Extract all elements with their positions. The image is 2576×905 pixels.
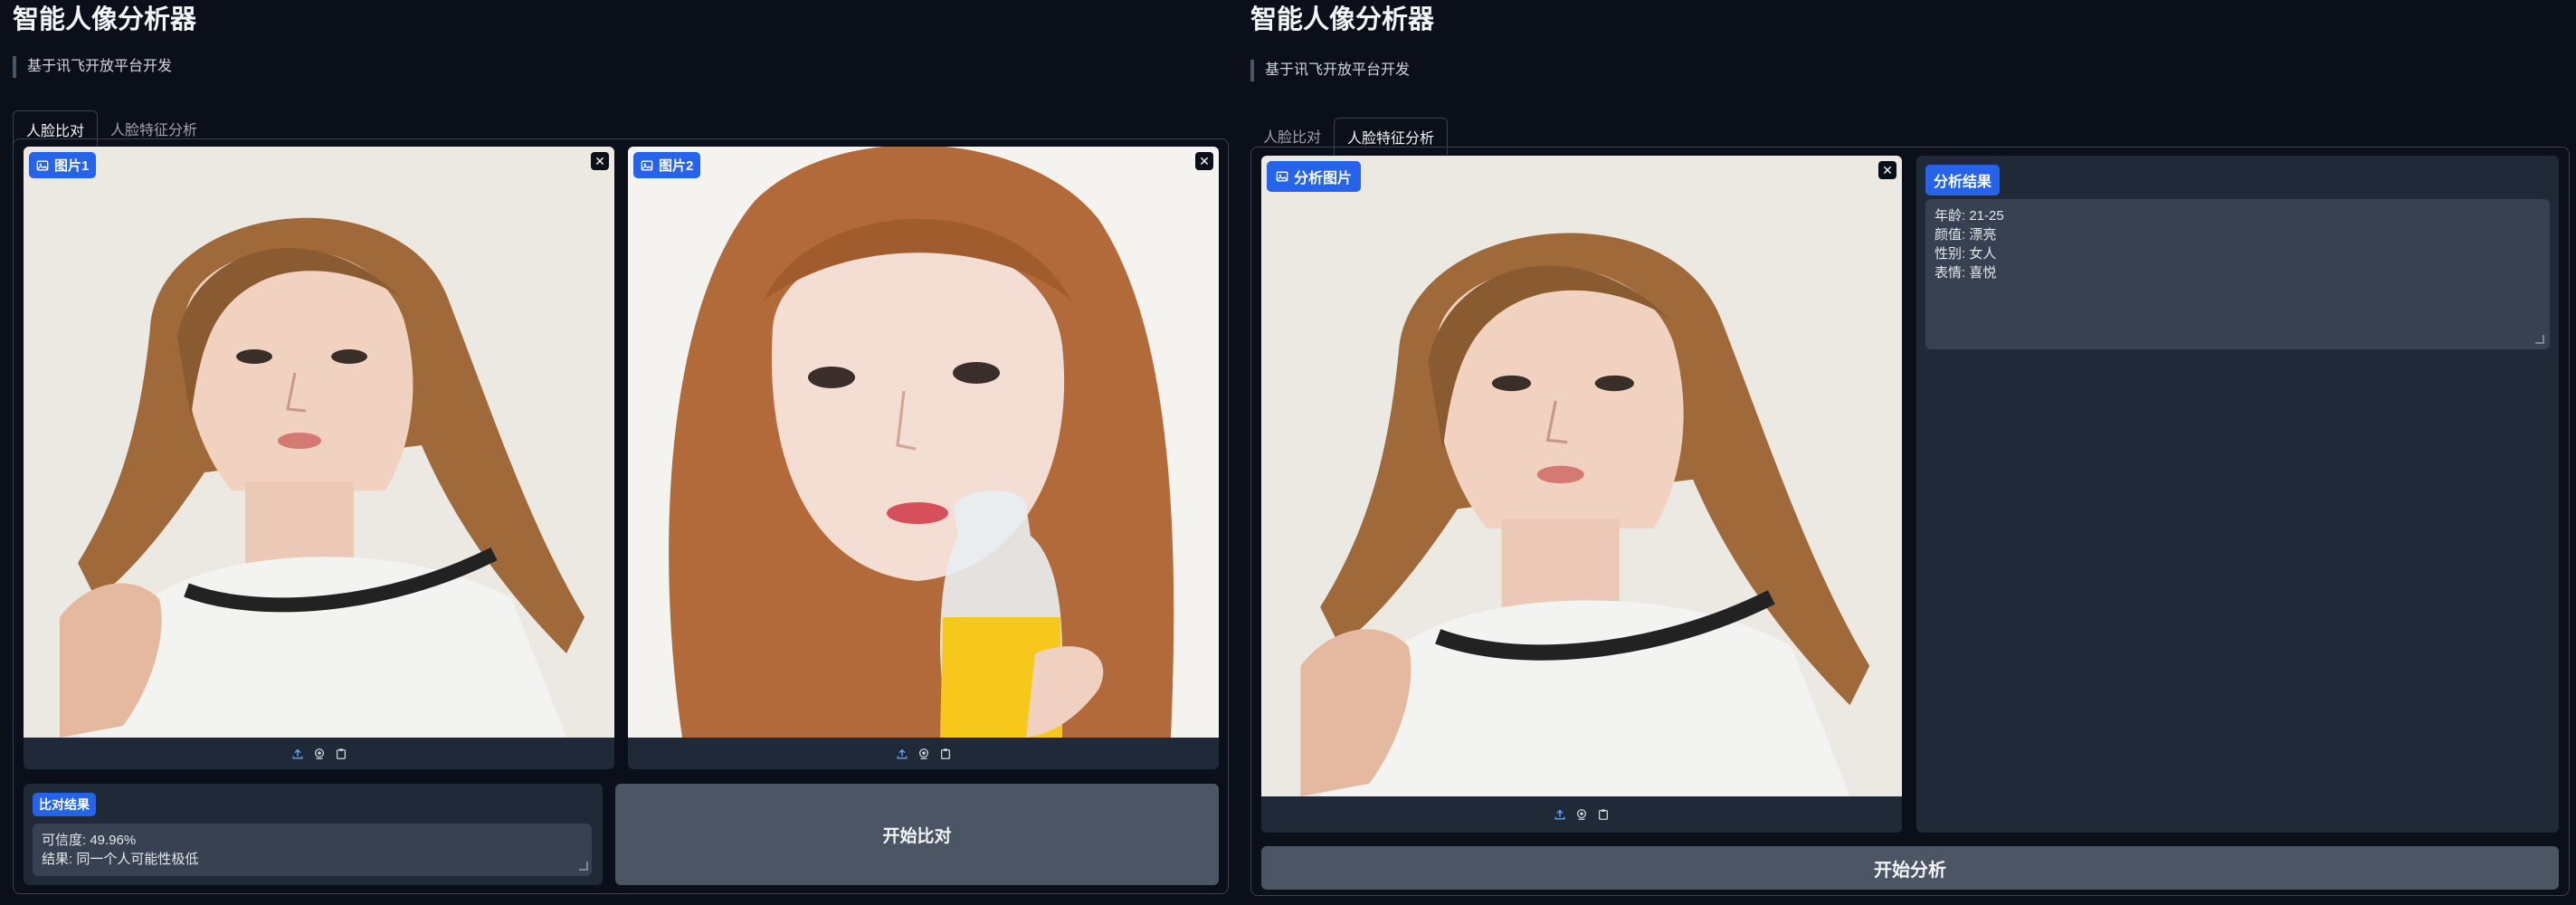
compare-result-label: 比对结果 <box>33 793 96 816</box>
image-icon <box>36 160 49 170</box>
resize-handle[interactable] <box>579 862 588 871</box>
woman-portrait-image <box>24 147 614 738</box>
woman-drinking-juice-image <box>628 147 1219 738</box>
close-icon[interactable]: ✕ <box>1195 152 1213 170</box>
image-icon <box>1276 171 1288 182</box>
analysis-result-label: 分析结果 <box>1925 165 2001 195</box>
image2-box[interactable]: 图片2 ✕ <box>628 147 1219 769</box>
webcam-icon[interactable] <box>917 748 930 760</box>
image1-toolbar <box>24 738 614 769</box>
compare-panel: 智能人像分析器 基于讯飞开放平台开发 人脸比对 人脸特征分析 图片1 ✕ 图片2… <box>0 0 1240 905</box>
image1-label: 图片1 <box>29 152 97 178</box>
analysis-image-label: 分析图片 <box>1267 161 1362 192</box>
start-analysis-button[interactable]: 开始分析 <box>1261 846 2559 890</box>
image1-photo <box>24 147 614 738</box>
clipboard-icon[interactable] <box>335 748 347 760</box>
compare-result-textarea[interactable]: 可信度: 49.96% 结果: 同一个人可能性极低 <box>33 824 592 876</box>
image2-label: 图片2 <box>633 152 701 178</box>
close-icon[interactable]: ✕ <box>591 152 609 170</box>
image2-photo <box>628 147 1219 738</box>
resize-handle[interactable] <box>2535 335 2544 344</box>
analysis-image-label-text: 分析图片 <box>1294 171 1353 186</box>
analysis-panel: 智能人像分析器 基于讯飞开放平台开发 人脸比对 人脸特征分析 分析图片 ✕ 分析… <box>1240 0 2576 905</box>
compare-result-box: 比对结果 可信度: 49.96% 结果: 同一个人可能性极低 <box>24 784 603 885</box>
image2-label-text: 图片2 <box>659 158 694 174</box>
upload-icon[interactable] <box>1554 808 1566 821</box>
app-title: 智能人像分析器 <box>13 5 197 34</box>
app-subtitle: 基于讯飞开放平台开发 <box>1250 60 1410 81</box>
analysis-image-box[interactable]: 分析图片 ✕ <box>1261 156 1902 833</box>
analysis-result-textarea[interactable]: 年龄: 21-25 颜值: 漂亮 性别: 女人 表情: 喜悦 <box>1925 199 2550 349</box>
upload-icon[interactable] <box>896 748 908 760</box>
app-subtitle: 基于讯飞开放平台开发 <box>13 56 172 78</box>
image1-label-text: 图片1 <box>54 158 90 174</box>
image1-box[interactable]: 图片1 ✕ <box>24 147 614 769</box>
clipboard-icon[interactable] <box>1597 808 1610 821</box>
webcam-icon[interactable] <box>1575 808 1588 821</box>
clipboard-icon[interactable] <box>939 748 952 760</box>
app-title: 智能人像分析器 <box>1250 5 1435 34</box>
image2-toolbar <box>628 738 1219 769</box>
analysis-image-photo <box>1261 156 1902 796</box>
image-icon <box>641 160 653 170</box>
woman-portrait-image <box>1261 156 1902 796</box>
start-compare-button[interactable]: 开始比对 <box>615 784 1219 885</box>
analysis-image-toolbar <box>1261 796 1902 833</box>
webcam-icon[interactable] <box>313 748 326 760</box>
close-icon[interactable]: ✕ <box>1878 161 1896 179</box>
analysis-result-box: 分析结果 年龄: 21-25 颜值: 漂亮 性别: 女人 表情: 喜悦 <box>1916 156 2559 833</box>
upload-icon[interactable] <box>291 748 304 760</box>
